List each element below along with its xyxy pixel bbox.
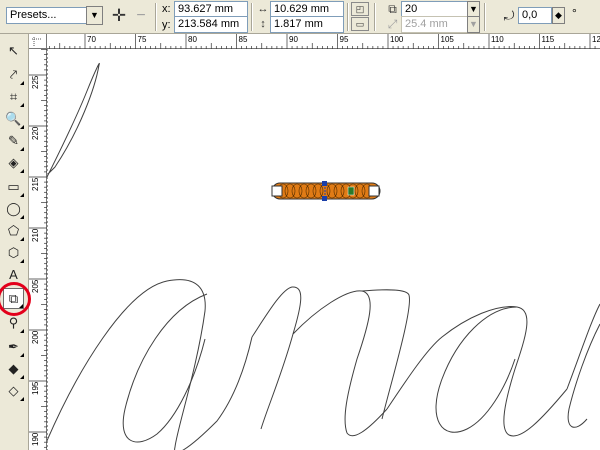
polygon-tool-icon[interactable]: ⬠ xyxy=(3,220,24,241)
x-label: x: xyxy=(162,3,171,15)
rectangle-tool-glyph: ▭ xyxy=(7,178,20,194)
ruler-label: 215 xyxy=(31,177,40,191)
separator xyxy=(155,3,157,31)
crop-tool-icon[interactable]: ⌗ xyxy=(3,86,24,107)
presets-dropdown-arrow[interactable]: ▼ xyxy=(86,6,103,25)
separator xyxy=(251,3,253,31)
toolbox: ↖ ⤤ ⌗ 🔍 ✎ ◈ ▭ ◯ ⬠ ⬡ A ⧉ ⚲ ✒ ◆ ◇ xyxy=(0,34,29,450)
ruler-label: 200 xyxy=(31,330,40,344)
ruler-label: 220 xyxy=(31,126,40,140)
degree-label: ° xyxy=(572,6,577,20)
ruler-label: 190 xyxy=(31,432,40,446)
blend-steps-icon: ⧉ xyxy=(388,2,397,16)
flyout-arrow-icon xyxy=(20,329,24,333)
drawing-canvas[interactable] xyxy=(47,49,600,450)
blend-offset-arrow[interactable]: ▼ xyxy=(467,16,480,33)
fill-tool-glyph: ◆ xyxy=(8,360,19,376)
interactive-fill-tool-icon[interactable]: ◇ xyxy=(3,380,24,401)
height-arrow-icon: ↕ xyxy=(260,17,266,30)
flyout-arrow-icon xyxy=(20,237,24,241)
outline-pen-tool-icon[interactable]: ✒ xyxy=(3,336,24,357)
ruler-label: 105 xyxy=(441,35,455,44)
property-bar: Presets... ▼ ✛ − x: 93.627 mm y: 213.584… xyxy=(0,0,600,34)
interactive-fill-tool-glyph: ◇ xyxy=(8,382,19,398)
flyout-arrow-icon xyxy=(20,259,24,263)
separator xyxy=(484,3,486,31)
minus-icon[interactable]: − xyxy=(133,6,149,25)
width-arrow-icon: ↔ xyxy=(257,2,269,15)
flyout-arrow-icon xyxy=(20,169,24,173)
ruler-label: 120 xyxy=(592,35,600,44)
flyout-arrow-icon xyxy=(20,81,24,85)
blend-direction-field[interactable]: 0,0 xyxy=(518,7,552,24)
flyout-arrow-icon xyxy=(20,397,24,401)
presets-dropdown[interactable]: Presets... xyxy=(6,7,87,24)
ruler-label: 85 xyxy=(239,35,248,44)
script-lettering xyxy=(47,63,600,450)
blend-end-handle[interactable] xyxy=(368,185,380,197)
blend-offset-field[interactable]: 25.4 mm xyxy=(401,16,469,33)
blend-midpoint-marker[interactable] xyxy=(347,186,355,196)
flyout-arrow-icon xyxy=(20,125,24,129)
flyout-arrow-icon xyxy=(20,103,24,107)
eyedropper-tool-glyph: ⚲ xyxy=(8,314,19,330)
horizontal-ruler[interactable]: 70 75 80 85 90 95 100 105 110 115 120 xyxy=(47,34,600,49)
basic-shapes-tool-icon[interactable]: ⬡ xyxy=(3,242,24,263)
polygon-tool-glyph: ⬠ xyxy=(7,222,20,238)
ruler-label: 195 xyxy=(31,381,40,395)
shape-tool-icon[interactable]: ⤤ xyxy=(3,64,24,85)
blend-object-button[interactable]: ◰ xyxy=(351,2,369,16)
freehand-tool-glyph: ✎ xyxy=(8,132,19,148)
ruler-label: 95 xyxy=(340,35,349,44)
ruler-label: 100 xyxy=(390,35,404,44)
fill-tool-icon[interactable]: ◆ xyxy=(3,358,24,379)
blend-object[interactable] xyxy=(271,181,381,201)
ellipse-tool-glyph: ◯ xyxy=(6,200,21,216)
ruler-label: 75 xyxy=(138,35,147,44)
crop-tool-glyph: ⌗ xyxy=(9,88,18,104)
ruler-label: 205 xyxy=(31,279,40,293)
blend-spacing-icon: ⤢ xyxy=(387,17,398,31)
ruler-label: 70 xyxy=(87,35,96,44)
rectangle-tool-icon[interactable]: ▭ xyxy=(3,176,24,197)
blend-spacing-button[interactable]: ▭ xyxy=(351,17,369,31)
plus-icon[interactable]: ✛ xyxy=(110,6,128,25)
blend-direction-icon: ⤾ xyxy=(503,8,515,23)
smart-fill-tool-glyph: ◈ xyxy=(8,154,19,170)
ruler-origin[interactable] xyxy=(29,34,47,49)
pick-tool-glyph: ↖ xyxy=(8,42,19,58)
text-tool-glyph: A xyxy=(9,267,18,282)
ruler-label: 110 xyxy=(491,35,504,44)
vertical-ruler[interactable]: 225 220 215 210 205 200 195 190 xyxy=(29,49,47,450)
ruler-label: 80 xyxy=(188,35,197,44)
separator xyxy=(374,3,376,31)
flyout-arrow-icon xyxy=(20,215,24,219)
ellipse-tool-icon[interactable]: ◯ xyxy=(3,198,24,219)
flyout-arrow-icon xyxy=(20,375,24,379)
ruler-label: 210 xyxy=(31,228,40,242)
y-label: y: xyxy=(162,19,171,31)
flyout-arrow-icon xyxy=(20,353,24,357)
flyout-arrow-icon xyxy=(20,193,24,197)
separator xyxy=(347,3,349,31)
zoom-tool-icon[interactable]: 🔍 xyxy=(3,108,24,129)
outline-pen-tool-glyph: ✒ xyxy=(8,338,19,354)
y-position-field[interactable]: 213.584 mm xyxy=(174,16,248,33)
height-field[interactable]: 1.817 mm xyxy=(270,16,344,33)
ruler-label: 90 xyxy=(289,35,298,44)
blend-start-handle[interactable] xyxy=(271,185,283,197)
shape-tool-glyph: ⤤ xyxy=(9,66,18,82)
ruler-label: 225 xyxy=(31,75,40,89)
smart-fill-tool-icon[interactable]: ◈ xyxy=(3,152,24,173)
pick-tool-icon[interactable]: ↖ xyxy=(3,40,24,61)
blend-direction-spinner[interactable]: ◆ xyxy=(552,7,565,24)
ruler-label: 115 xyxy=(542,35,555,44)
freehand-tool-icon[interactable]: ✎ xyxy=(3,130,24,151)
basic-shapes-tool-glyph: ⬡ xyxy=(7,244,20,260)
flyout-arrow-icon xyxy=(20,147,24,151)
